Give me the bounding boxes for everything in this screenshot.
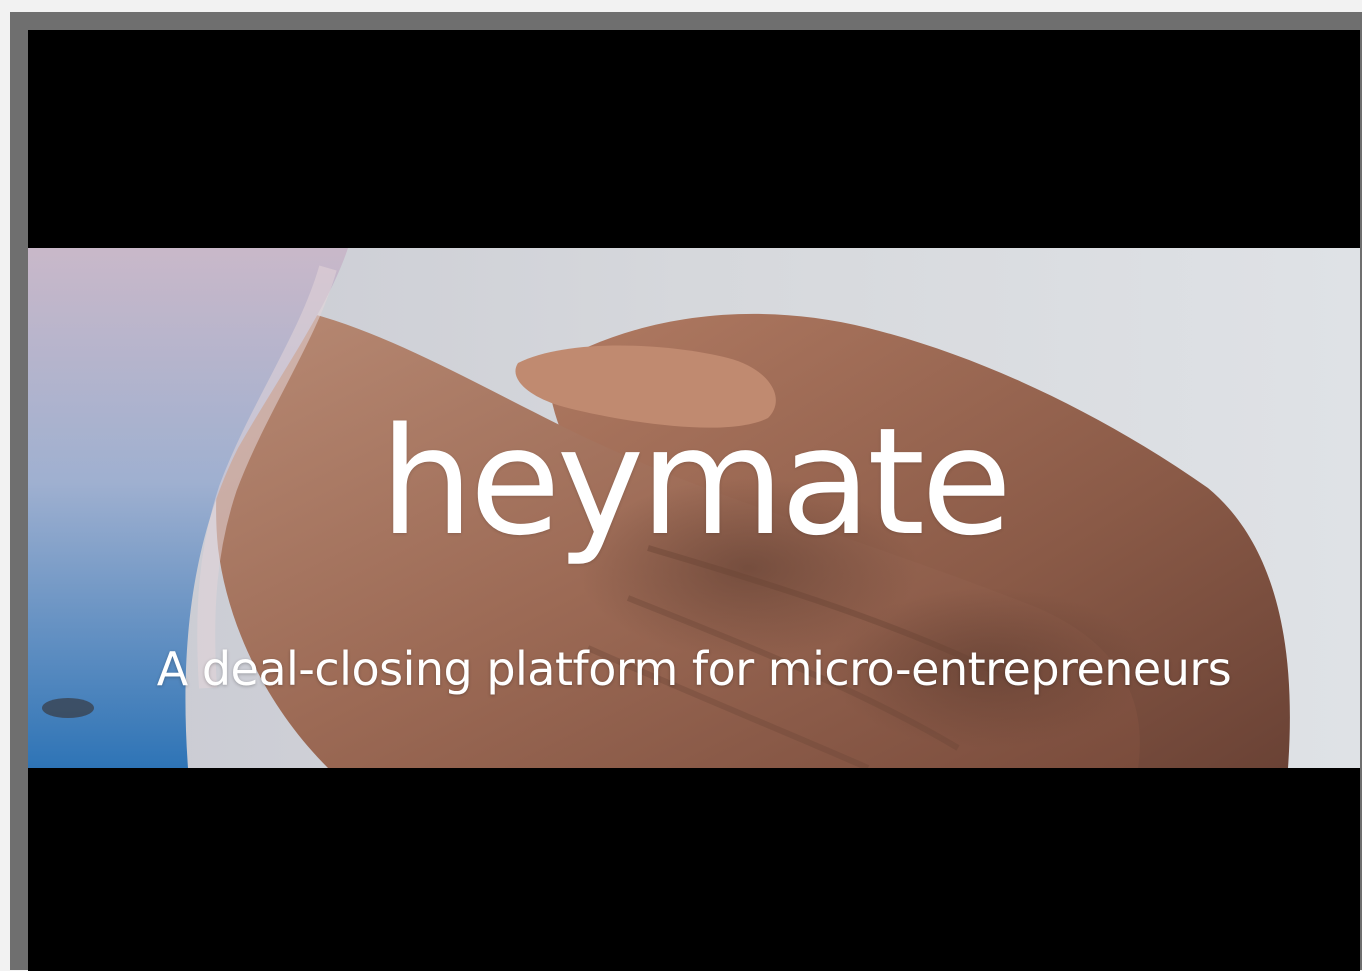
video-player[interactable]: heymate A deal-closing platform for micr… [28,30,1360,971]
banner-image: heymate A deal-closing platform for micr… [28,248,1360,768]
tagline: A deal-closing platform for micro-entrep… [156,642,1232,696]
brand-wordmark: heymate [379,396,1012,568]
video-frame: heymate A deal-closing platform for micr… [10,12,1362,971]
